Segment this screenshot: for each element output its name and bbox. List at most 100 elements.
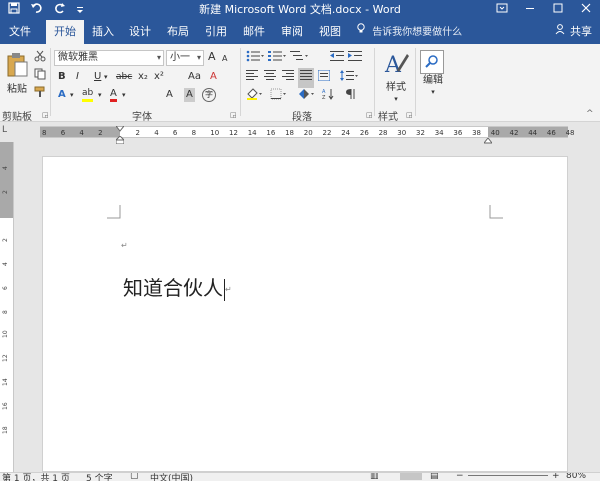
tab-references[interactable]: 引用 <box>198 20 234 44</box>
distributed-icon[interactable] <box>317 69 331 86</box>
shading-icon[interactable] <box>246 88 264 105</box>
tab-view[interactable]: 视图 <box>312 20 348 44</box>
justify-icon[interactable] <box>298 68 314 88</box>
format-painter-icon[interactable] <box>34 86 46 103</box>
ruler-tick: 14 <box>247 129 257 137</box>
document-text[interactable]: 知道合伙人 <box>123 276 223 300</box>
read-mode-icon[interactable]: ▥ <box>370 473 379 481</box>
change-case-button[interactable]: Aa <box>188 70 201 84</box>
shrink-font-button[interactable]: A <box>222 52 227 66</box>
tab-mailings[interactable]: 邮件 <box>236 20 272 44</box>
strikethrough-button[interactable]: abc <box>116 70 132 84</box>
vertical-ruler[interactable]: 4 2 2 4 6 8 10 12 14 16 18 <box>0 142 14 472</box>
clear-formatting-button[interactable]: A <box>210 70 217 84</box>
document-page[interactable]: ↵ 知道合伙人 ↵ <box>42 156 568 472</box>
styles-button[interactable]: A 样式 ▾ <box>380 50 412 103</box>
tab-selector-icon[interactable]: L <box>2 125 14 137</box>
zoom-level[interactable]: 80% <box>566 473 586 481</box>
char-shading-button[interactable]: A <box>184 88 195 102</box>
page-count[interactable]: 第 1 页，共 1 页 <box>2 473 70 481</box>
share-label: 共享 <box>570 25 592 38</box>
numbering-icon[interactable] <box>268 50 286 67</box>
chevron-down-icon[interactable]: ▾ <box>98 88 102 102</box>
font-launcher-icon[interactable]: ◲ <box>230 111 237 119</box>
window-controls <box>488 0 600 20</box>
clipboard-group-label: 剪贴板 <box>2 112 32 123</box>
ruler-tick: 2 <box>135 129 140 137</box>
multilevel-list-icon[interactable] <box>290 50 308 67</box>
group-divider <box>50 48 51 116</box>
vruler-tick: 8 <box>2 310 9 314</box>
proofing-icon[interactable]: ▢ <box>130 473 139 481</box>
minimize-icon[interactable] <box>516 0 544 20</box>
enclose-char-button[interactable]: 字 <box>202 88 216 102</box>
copy-icon[interactable] <box>34 68 46 85</box>
bold-button[interactable]: B <box>58 70 66 84</box>
tab-home[interactable]: 开始 <box>46 20 84 44</box>
vruler-tick: 10 <box>2 330 9 338</box>
language-indicator[interactable]: 中文(中国) <box>150 473 193 481</box>
right-indent-marker[interactable] <box>482 134 494 147</box>
word-count[interactable]: 5 个字 <box>86 473 113 481</box>
paste-button[interactable]: 粘贴 <box>4 52 30 96</box>
grow-icon-button[interactable]: A <box>166 88 173 102</box>
ruler-tick: 42 <box>509 129 519 137</box>
tab-file[interactable]: 文件 <box>2 20 38 44</box>
font-size-value: 小一 <box>170 52 190 63</box>
sort-icon[interactable]: AZ <box>322 88 336 105</box>
ruler-tick: 10 <box>210 129 220 137</box>
highlight-button[interactable]: ab <box>82 88 94 102</box>
vertical-scrollbar[interactable] <box>586 142 600 472</box>
tab-layout[interactable]: 布局 <box>160 20 196 44</box>
show-marks-icon[interactable] <box>346 88 356 105</box>
collapse-ribbon-icon[interactable]: ^ <box>586 109 594 119</box>
clipboard-launcher-icon[interactable]: ◲ <box>42 111 49 119</box>
underline-button[interactable]: U <box>94 70 101 84</box>
increase-indent-icon[interactable] <box>348 50 362 67</box>
chevron-down-icon[interactable]: ▾ <box>70 88 74 102</box>
tell-me-box[interactable]: 告诉我你想要做什么 <box>356 20 462 45</box>
borders-icon[interactable] <box>270 88 288 105</box>
italic-button[interactable]: I <box>76 70 79 84</box>
tab-design[interactable]: 设计 <box>122 20 158 44</box>
hanging-indent-marker[interactable] <box>114 134 126 147</box>
decrease-indent-icon[interactable] <box>330 50 344 67</box>
print-layout-icon[interactable] <box>400 473 422 480</box>
subscript-button[interactable]: x₂ <box>138 70 148 84</box>
ribbon-display-icon[interactable] <box>488 0 516 20</box>
line-spacing-icon[interactable] <box>340 70 358 86</box>
superscript-button[interactable]: x² <box>154 70 164 84</box>
zoom-slider[interactable] <box>468 475 548 476</box>
paragraph-launcher-icon[interactable]: ◲ <box>366 111 373 119</box>
ruler-tick: 26 <box>359 129 369 137</box>
cut-icon[interactable] <box>34 50 46 67</box>
asian-layout-icon[interactable] <box>298 88 316 105</box>
zoom-out-icon[interactable]: − <box>456 473 464 481</box>
web-layout-icon[interactable]: ▤ <box>430 473 439 481</box>
align-center-icon[interactable] <box>264 70 276 86</box>
align-right-icon[interactable] <box>282 70 294 86</box>
zoom-in-icon[interactable]: + <box>552 473 560 481</box>
tab-review[interactable]: 审阅 <box>274 20 310 44</box>
font-color-button[interactable]: A <box>110 88 117 102</box>
ruler-tick: 46 <box>546 129 556 137</box>
maximize-icon[interactable] <box>544 0 572 20</box>
align-left-icon[interactable] <box>246 70 258 86</box>
document-body[interactable]: 知道合伙人 ↵ <box>123 272 232 301</box>
share-button[interactable]: 共享 <box>555 20 592 44</box>
styles-icon: A <box>380 50 412 81</box>
editing-button[interactable]: 编辑 ▾ <box>420 50 446 96</box>
chevron-down-icon[interactable]: ▾ <box>104 70 108 84</box>
styles-launcher-icon[interactable]: ◲ <box>406 111 413 119</box>
vruler-tick: 12 <box>2 354 9 362</box>
font-name-dropdown[interactable]: 微软雅黑 ▾ <box>54 50 164 66</box>
close-icon[interactable] <box>572 0 600 20</box>
font-size-dropdown[interactable]: 小一 ▾ <box>166 50 204 66</box>
grow-font-button[interactable]: A <box>208 50 216 64</box>
ruler-tick: 16 <box>266 129 276 137</box>
bullets-icon[interactable] <box>246 50 264 67</box>
ruler-tick: 6 <box>60 129 66 137</box>
chevron-down-icon[interactable]: ▾ <box>122 88 126 102</box>
tab-insert[interactable]: 插入 <box>86 20 120 44</box>
text-effects-button[interactable]: A <box>58 88 66 102</box>
